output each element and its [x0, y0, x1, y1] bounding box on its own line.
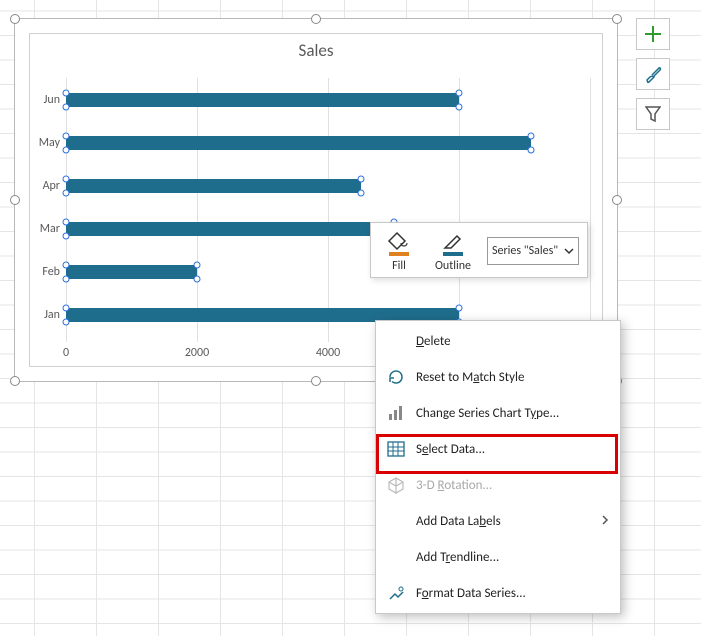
chevron-right-icon [600, 514, 610, 529]
fill-label: Fill [392, 259, 406, 273]
plus-icon [644, 25, 662, 43]
outline-dropdown[interactable]: Outline [429, 229, 477, 273]
series-selector-text: Series "Sales" [492, 244, 558, 258]
bar-chart-icon [384, 404, 408, 422]
mini-toolbar: Fill Outline Series "Sales" [370, 222, 588, 278]
fill-icon [385, 230, 413, 258]
context-menu: Delete Reset to Match Style Change Serie… [375, 320, 621, 614]
y-category-label: Mar [32, 222, 60, 236]
x-tick-label: 0 [63, 346, 69, 360]
data-bar[interactable] [66, 265, 197, 279]
fill-dropdown[interactable]: Fill [379, 229, 419, 273]
chart-area[interactable]: Sales 02000400060008000JanFebMarAprMayJu… [29, 33, 603, 367]
y-category-label: Jun [32, 93, 60, 107]
x-tick-label: 2000 [185, 346, 209, 360]
y-category-label: Jan [32, 308, 60, 322]
chart-filters-button[interactable] [636, 98, 670, 130]
data-bar[interactable] [66, 179, 361, 193]
chart-quick-tools [636, 18, 670, 130]
y-category-label: May [32, 136, 60, 150]
plot-area[interactable]: 02000400060008000JanFebMarAprMayJun [66, 78, 590, 336]
y-category-label: Apr [32, 179, 60, 193]
data-bar[interactable] [66, 136, 531, 150]
menu-add-trendline[interactable]: Add Trendline... [376, 539, 620, 575]
menu-format-data-series[interactable]: Format Data Series... [376, 575, 620, 611]
menu-3d-rotation: 3-D Rotation... [376, 467, 620, 503]
y-category-label: Feb [32, 265, 60, 279]
menu-delete[interactable]: Delete [376, 323, 620, 359]
chart-title[interactable]: Sales [30, 34, 602, 61]
menu-add-data-labels[interactable]: Add Data Labels [376, 503, 620, 539]
reset-icon [384, 368, 408, 386]
outline-icon [439, 230, 467, 258]
series-selector[interactable]: Series "Sales" [487, 237, 579, 265]
cube-icon [384, 476, 408, 494]
chart-elements-button[interactable] [636, 18, 670, 50]
chart-styles-button[interactable] [636, 58, 670, 90]
format-icon [384, 584, 408, 602]
funnel-icon [645, 105, 661, 123]
menu-change-chart-type[interactable]: Change Series Chart Type... [376, 395, 620, 431]
menu-select-data[interactable]: Select Data... [376, 431, 620, 467]
outline-label: Outline [435, 259, 471, 273]
data-bar[interactable] [66, 222, 394, 236]
table-icon [384, 440, 408, 458]
brush-icon [644, 65, 662, 83]
chevron-down-icon [564, 246, 574, 256]
data-bar[interactable] [66, 93, 459, 107]
menu-reset-style[interactable]: Reset to Match Style [376, 359, 620, 395]
x-tick-label: 4000 [316, 346, 340, 360]
